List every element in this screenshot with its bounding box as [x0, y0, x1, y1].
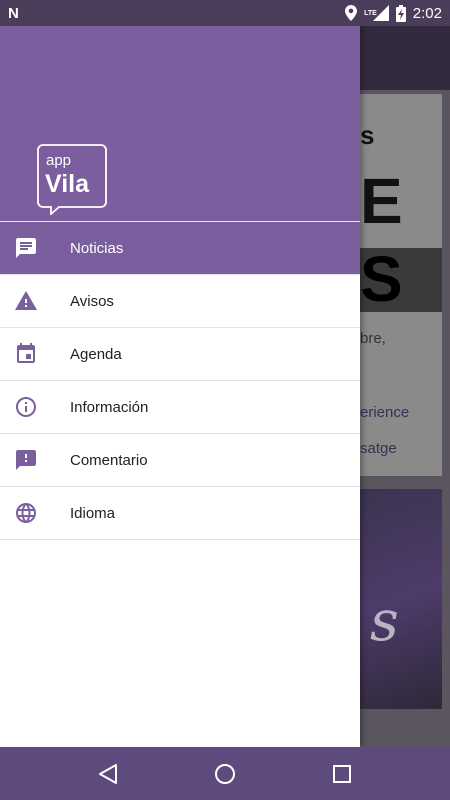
card-image-script: s: [370, 589, 399, 654]
home-icon[interactable]: [214, 763, 236, 785]
card-link-fragment: erience: [360, 404, 410, 421]
battery-charging-icon: [395, 4, 406, 22]
menu-item-label: Agenda: [70, 345, 122, 363]
system-navigation-bar: [0, 747, 450, 800]
status-bar: N LTE 2:02: [0, 0, 450, 26]
network-type: LTE: [364, 10, 377, 17]
menu-item-comentario[interactable]: Comentario: [0, 434, 360, 487]
menu-item-label: Avisos: [70, 292, 114, 310]
menu-item-label: Comentario: [70, 451, 148, 469]
recents-icon[interactable]: [332, 764, 352, 784]
toolbar-background: [360, 26, 450, 90]
drawer-header: app Vila: [0, 26, 360, 222]
info-icon: [0, 395, 70, 419]
globe-icon: [0, 501, 70, 525]
news-card: s E S bre, erience satge: [360, 94, 442, 476]
menu-item-noticias[interactable]: Noticias: [0, 222, 360, 275]
menu-item-label: Información: [70, 398, 149, 416]
menu-item-idioma[interactable]: Idioma: [0, 487, 360, 540]
card-text-fragment: bre,: [360, 330, 386, 347]
calendar-icon: [0, 342, 70, 366]
card-link-fragment-2: satge: [360, 440, 397, 457]
menu-item-avisos[interactable]: Avisos: [0, 275, 360, 328]
card-title-fragment-2: S: [360, 243, 403, 315]
feedback-icon: [0, 448, 70, 472]
logo-app-text: app: [46, 152, 71, 169]
news-card-image: s: [360, 489, 442, 709]
notification-n-icon: N: [8, 4, 19, 22]
menu-item-label: Idioma: [70, 504, 116, 522]
back-icon[interactable]: [98, 763, 118, 785]
drawer-menu: Noticias Avisos Agenda Información Comen…: [0, 222, 360, 540]
menu-item-label: Noticias: [70, 239, 124, 257]
clock: 2:02: [412, 4, 442, 22]
logo-vila-text: Vila: [45, 170, 90, 198]
chat-icon: [0, 236, 70, 260]
card-title-fragment: E: [360, 165, 403, 237]
menu-item-informacion[interactable]: Información: [0, 381, 360, 434]
location-icon: [345, 5, 358, 21]
warning-icon: [0, 289, 70, 313]
card-heading-fragment: s: [360, 120, 375, 150]
navigation-drawer: app Vila Noticias Avisos Agenda Informac…: [0, 26, 360, 747]
app-vila-logo: app Vila: [37, 144, 107, 215]
menu-item-agenda[interactable]: Agenda: [0, 328, 360, 381]
